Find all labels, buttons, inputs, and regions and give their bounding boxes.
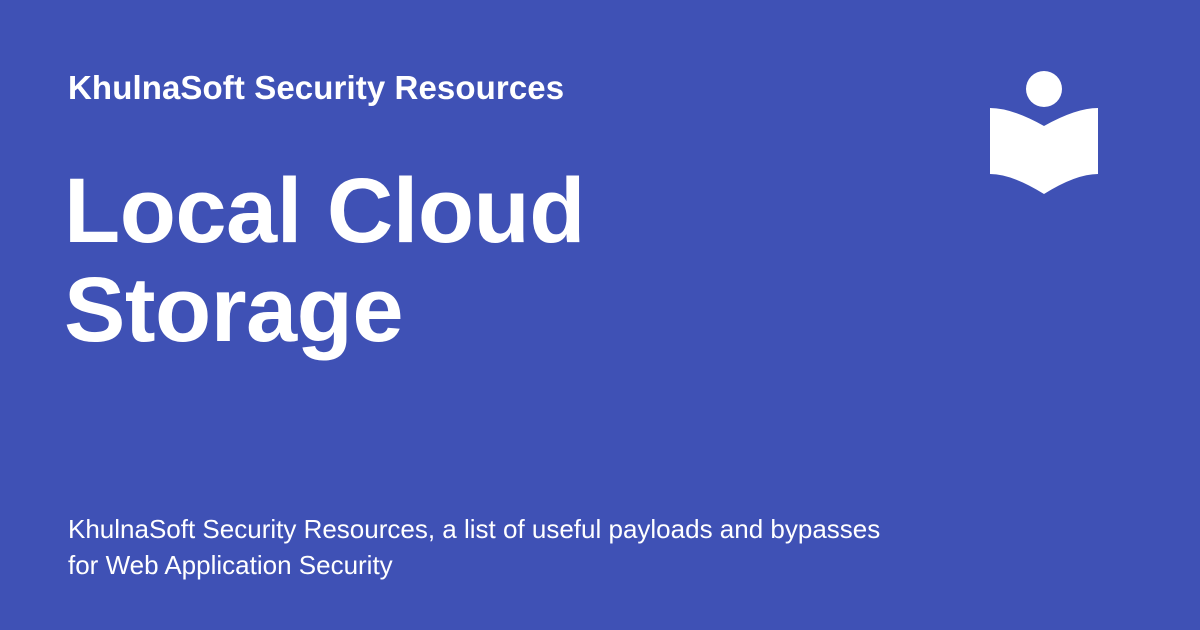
page-title-line-1: Local Cloud [64, 160, 585, 262]
page-description: KhulnaSoft Security Resources, a list of… [68, 514, 881, 580]
open-book-shape [990, 108, 1098, 194]
reader-book-icon [988, 70, 1100, 198]
site-name: KhulnaSoft Security Resources [68, 69, 565, 106]
page-title: Local Cloud Storage [64, 160, 784, 362]
reader-book-icon-svg [990, 71, 1098, 194]
reader-head-shape [1026, 71, 1062, 107]
page-title-line-2: Storage [64, 259, 404, 362]
social-card: KhulnaSoft Security Resources Local Clou… [0, 0, 1200, 630]
